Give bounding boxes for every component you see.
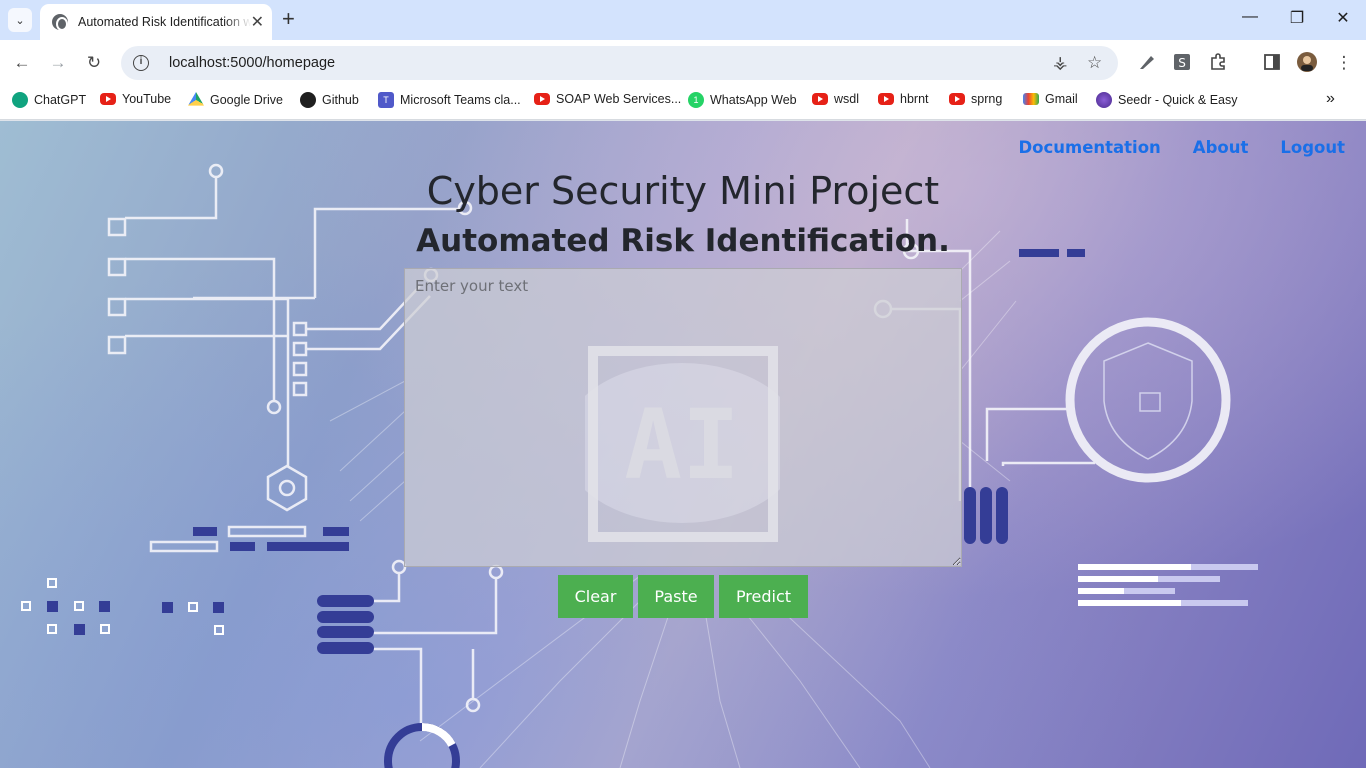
bookmark-label: WhatsApp Web <box>710 93 797 107</box>
window-close-icon[interactable]: ✕ <box>1331 8 1355 28</box>
forward-icon[interactable]: → <box>47 52 69 74</box>
bookmark-label: wsdl <box>834 92 860 106</box>
bookmark-item[interactable]: Gmail <box>1023 92 1078 106</box>
minimize-icon[interactable]: — <box>1238 8 1262 26</box>
bookmark-item[interactable]: Google Drive <box>188 92 283 108</box>
predict-button[interactable]: Predict <box>719 575 808 618</box>
bookmark-item[interactable]: 1 WhatsApp Web <box>688 92 797 108</box>
close-tab-icon[interactable]: ✕ <box>251 12 264 32</box>
chatgpt-icon <box>12 92 28 108</box>
bookmark-label: hbrnt <box>900 92 929 106</box>
nav-logout-link[interactable]: Logout <box>1280 138 1345 157</box>
extensions-puzzle-icon[interactable] <box>1208 52 1228 72</box>
text-input[interactable] <box>404 268 962 567</box>
whatsapp-icon: 1 <box>688 92 704 108</box>
key-icon[interactable]: ⚶ <box>1053 53 1067 73</box>
bookmark-label: SOAP Web Services... <box>556 92 682 106</box>
page-title: Cyber Security Mini Project <box>426 169 940 213</box>
restore-icon[interactable]: ❐ <box>1285 8 1309 28</box>
browser-tab-active[interactable]: Automated Risk Identification w ✕ <box>40 4 272 40</box>
youtube-icon <box>812 93 828 105</box>
youtube-icon <box>100 93 116 105</box>
nav-about-link[interactable]: About <box>1193 138 1249 157</box>
extension-s-icon[interactable]: S <box>1172 52 1192 72</box>
top-nav: Documentation About Logout <box>1018 138 1345 157</box>
bookmark-label: sprng <box>971 92 1003 106</box>
globe-icon <box>52 14 68 31</box>
reload-icon[interactable]: ↻ <box>83 52 105 74</box>
browser-tabbar: ⌄ Automated Risk Identification w ✕ + — … <box>0 0 1366 40</box>
bookmark-label: Gmail <box>1045 92 1078 106</box>
youtube-icon <box>878 93 894 105</box>
bookmark-item[interactable]: ChatGPT <box>12 92 86 108</box>
seedr-icon <box>1096 92 1112 108</box>
bookmark-label: Seedr - Quick & Easy <box>1118 93 1238 107</box>
page-viewport: Documentation About Logout Cyber Securit… <box>0 121 1366 768</box>
back-icon[interactable]: ← <box>11 52 33 74</box>
github-icon <box>300 92 316 108</box>
page-subtitle: Automated Risk Identification. <box>416 223 950 259</box>
browser-toolbar: ← → ↻ i localhost:5000/homepage ⚶ ☆ S ⋮ <box>0 40 1366 86</box>
bookmark-label: Google Drive <box>210 93 283 107</box>
extension-feather-icon[interactable] <box>1137 52 1157 72</box>
site-info-icon[interactable]: i <box>133 55 149 71</box>
bookmark-label: Github <box>322 93 359 107</box>
url-text[interactable]: localhost:5000/homepage <box>169 55 335 71</box>
bookmark-item[interactable]: T Microsoft Teams cla... <box>378 92 521 108</box>
tab-search-icon[interactable]: ⌄ <box>8 8 32 32</box>
bookmark-item[interactable]: Github <box>300 92 359 108</box>
paste-button[interactable]: Paste <box>638 575 714 618</box>
teams-icon: T <box>378 92 394 108</box>
bookmark-label: ChatGPT <box>34 93 87 107</box>
bookmark-item[interactable]: YouTube <box>100 92 171 106</box>
bookmark-item[interactable]: hbrnt <box>878 92 929 106</box>
more-bookmarks-icon[interactable]: » <box>1326 90 1335 108</box>
action-buttons: Clear Paste Predict <box>558 575 808 618</box>
bookmark-star-icon[interactable]: ☆ <box>1087 53 1102 73</box>
nav-documentation-link[interactable]: Documentation <box>1018 138 1160 157</box>
youtube-icon <box>949 93 965 105</box>
youtube-icon <box>534 93 550 105</box>
bookmark-item[interactable]: wsdl <box>812 92 859 106</box>
bookmark-item[interactable]: SOAP Web Services... <box>534 92 681 106</box>
bookmark-item[interactable]: sprng <box>949 92 1002 106</box>
address-bar[interactable]: i localhost:5000/homepage ⚶ ☆ <box>121 46 1118 80</box>
side-panel-icon[interactable] <box>1262 52 1282 72</box>
bookmark-label: YouTube <box>122 92 172 106</box>
tab-title: Automated Risk Identification w <box>78 15 251 29</box>
new-tab-icon[interactable]: + <box>282 8 295 30</box>
clear-button[interactable]: Clear <box>558 575 633 618</box>
svg-text:S: S <box>1178 56 1186 70</box>
google-drive-icon <box>188 92 204 106</box>
bookmark-label: Microsoft Teams cla... <box>400 93 521 107</box>
bookmark-item[interactable]: Seedr - Quick & Easy <box>1096 92 1238 108</box>
profile-avatar-icon[interactable] <box>1297 52 1317 72</box>
bookmarks-bar: ChatGPT YouTube Google Drive Github T Mic… <box>0 86 1366 120</box>
gmail-icon <box>1023 93 1039 105</box>
menu-kebab-icon[interactable]: ⋮ <box>1333 52 1355 74</box>
